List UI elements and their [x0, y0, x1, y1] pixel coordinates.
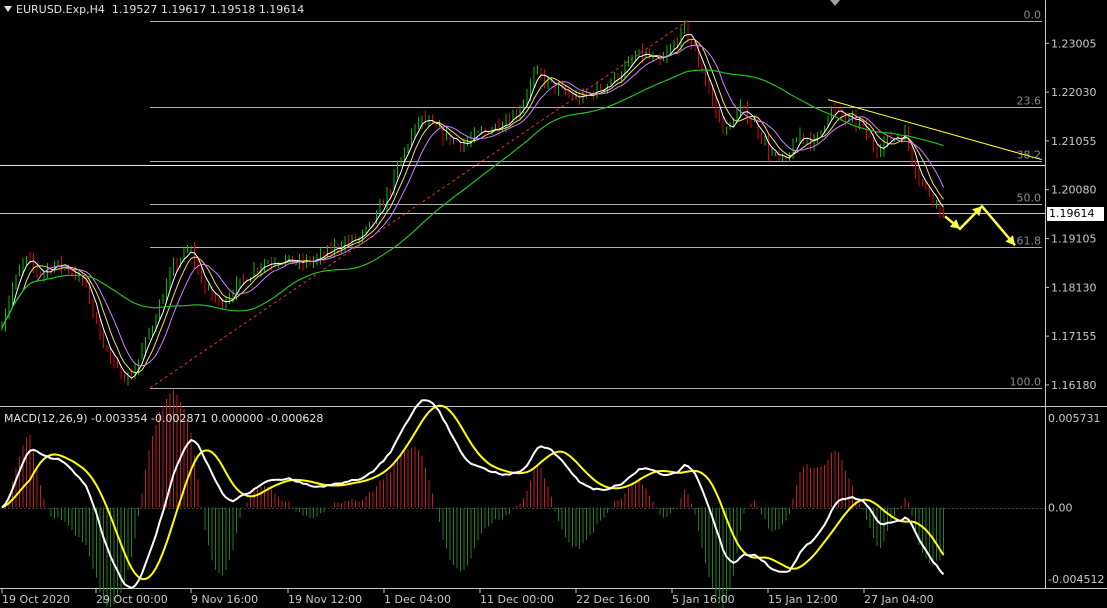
macd-tick-label: -0.004512	[1048, 573, 1104, 586]
price-tick-label: 1.16180	[1051, 379, 1097, 392]
symbol-label: EURUSD.Exp,H4	[16, 3, 105, 16]
time-tick-label: 5 Jan 16:00	[672, 593, 735, 606]
macd-tick-label: 0.00	[1048, 502, 1073, 515]
time-tick-label: 15 Jan 12:00	[768, 593, 838, 606]
price-tick-label: 1.19105	[1051, 233, 1097, 246]
chart-header: EURUSD.Exp,H4 1.19527 1.19617 1.19518 1.…	[4, 3, 304, 16]
fib-level-label: 38.2	[1017, 149, 1042, 162]
fib-level-label: 50.0	[1017, 192, 1042, 205]
price-tick-label: 1.18130	[1051, 281, 1097, 294]
macd-header: MACD(12,26,9) -0.003354 -0.002871 0.0000…	[4, 412, 324, 425]
time-tick-label: 22 Dec 16:00	[576, 593, 650, 606]
time-tick-label: 19 Oct 2020	[2, 593, 70, 606]
price-tick-label: 1.17155	[1051, 330, 1097, 343]
time-tick-label: 1 Dec 04:00	[384, 593, 451, 606]
price-tick-label: 1.22030	[1051, 86, 1097, 99]
ohlc-values: 1.19527 1.19617 1.19518 1.19614	[111, 3, 305, 16]
fib-level-label: 0.0	[1024, 9, 1042, 22]
time-tick-label: 11 Dec 00:00	[480, 593, 554, 606]
chart-canvas[interactable]: 0.0 23.6 38.2 50.0 61.8 100.0 1.23005 1.22030 1…	[0, 0, 1107, 608]
fib-level-label: 100.0	[1010, 376, 1042, 389]
time-tick-label: 29 Oct 00:00	[96, 593, 168, 606]
fib-level-label: 23.6	[1017, 95, 1042, 108]
time-tick-label: 9 Nov 16:00	[191, 593, 258, 606]
price-tick-label: 1.21055	[1051, 135, 1097, 148]
macd-tick-label: 0.005731	[1048, 412, 1101, 425]
price-tick-label: 1.20080	[1051, 184, 1097, 197]
current-price-label: 1.19614	[1047, 207, 1104, 221]
time-tick-label: 27 Jan 04:00	[864, 593, 934, 606]
price-tick-label: 1.23005	[1051, 37, 1097, 50]
time-tick-label: 19 Nov 12:00	[288, 593, 362, 606]
fib-level-label: 61.8	[1017, 235, 1042, 248]
dropdown-triangle-icon[interactable]	[4, 6, 12, 12]
